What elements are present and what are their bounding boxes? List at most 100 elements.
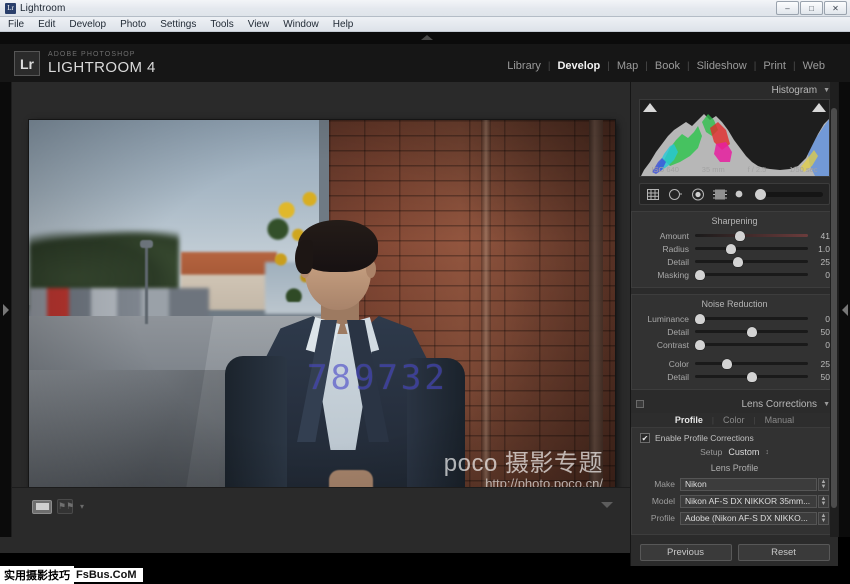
lens-profile-value[interactable]: Adobe (Nikon AF-S DX NIKKO... (680, 511, 817, 525)
sharpening-radius-track[interactable] (695, 243, 808, 254)
slider-row[interactable]: Luminance 0 (632, 312, 837, 325)
spot-removal-icon[interactable] (668, 188, 683, 201)
nr-color-detail-track[interactable] (695, 371, 808, 382)
sharpening-detail-knob[interactable] (732, 256, 743, 267)
menu-view[interactable]: View (246, 19, 272, 30)
highlight-clipping-icon[interactable] (812, 103, 826, 112)
slider-row[interactable]: Detail 50 (632, 325, 837, 338)
maximize-button[interactable]: □ (800, 1, 823, 15)
lens-model-row[interactable]: Model Nikon AF-S DX NIKKOR 35mm... ▲ ▼ (640, 494, 829, 508)
slider-row[interactable]: Radius 1.0 (632, 242, 837, 255)
nr-detail-track[interactable] (695, 326, 808, 337)
menu-edit[interactable]: Edit (36, 19, 57, 30)
loupe-view-icon[interactable] (32, 499, 52, 514)
stepper-icon[interactable]: ▲ ▼ (818, 511, 829, 525)
menu-settings[interactable]: Settings (158, 19, 198, 30)
nr-detail-knob[interactable] (746, 326, 757, 337)
left-panel-toggle-icon[interactable] (3, 304, 9, 316)
minimize-button[interactable]: – (776, 1, 799, 15)
slider-row[interactable]: Detail 25 (632, 255, 837, 268)
right-panel-scrollbar[interactable] (830, 82, 838, 537)
setup-value[interactable]: Custom (728, 447, 759, 457)
lens-corrections-header[interactable]: Lens Corrections ▼ (631, 396, 838, 413)
top-panel-toggle-icon[interactable] (421, 35, 433, 40)
sharpening-amount-track[interactable] (695, 230, 808, 241)
nr-luminance-track[interactable] (694, 313, 808, 324)
nr-color-detail-label: Detail (667, 371, 689, 382)
bottom-panel-toggle-icon[interactable] (601, 502, 613, 508)
lens-profile-row[interactable]: Profile Adobe (Nikon AF-S DX NIKKO... ▲ ▼ (640, 511, 829, 525)
nr-color-knob[interactable] (721, 358, 732, 369)
setup-row[interactable]: Setup Custom ↕ (640, 447, 829, 457)
slider-row[interactable]: Masking 0 (632, 268, 837, 281)
lens-make-row[interactable]: Make Nikon ▲ ▼ (640, 477, 829, 491)
adjustment-brush-icon[interactable] (735, 188, 747, 200)
enable-profile-corrections-checkbox[interactable]: ✔ (640, 433, 650, 443)
crop-overlay-icon[interactable] (646, 188, 660, 201)
menu-help[interactable]: Help (331, 19, 356, 30)
module-print[interactable]: Print (756, 60, 793, 72)
noise-reduction-title: Noise Reduction (701, 299, 768, 309)
histogram-graph[interactable]: ISO 640 35 mm f / 2.5 1/50 sec (639, 99, 830, 177)
nr-color-detail-knob[interactable] (746, 371, 757, 382)
tab-color[interactable]: Color (714, 415, 754, 425)
photo-frame[interactable]: 789732 poco 摄影专题 http://photo.poco.cn/ (29, 120, 615, 524)
panel-switch-icon[interactable] (636, 400, 644, 408)
graduated-filter-icon[interactable] (713, 188, 727, 201)
enable-profile-corrections-row[interactable]: ✔ Enable Profile Corrections (640, 433, 829, 443)
brush-size-knob[interactable] (755, 188, 766, 200)
close-button[interactable]: ✕ (824, 1, 847, 15)
slider-row[interactable]: Contrast 0 (632, 338, 837, 351)
flag-pick-icon[interactable]: ⚑⚑ (57, 499, 74, 514)
sharpening-amount-knob[interactable] (735, 230, 746, 241)
chevron-down-icon[interactable]: ▾ (80, 502, 84, 511)
window-controls: – □ ✕ (776, 1, 847, 15)
nr-color-track[interactable] (695, 358, 808, 369)
sharpening-radius-knob[interactable] (726, 243, 737, 254)
red-eye-icon[interactable] (691, 188, 705, 201)
previous-button[interactable]: Previous (639, 543, 732, 561)
module-develop[interactable]: Develop (550, 60, 607, 72)
shutter-value: 1/50 sec (789, 165, 818, 174)
nr-contrast-knob[interactable] (694, 339, 705, 350)
nr-luminance-knob[interactable] (694, 313, 705, 324)
left-panel-rail[interactable] (0, 82, 12, 537)
stepper-icon[interactable]: ▲ ▼ (818, 494, 829, 508)
slider-row[interactable]: Color 25 (632, 357, 837, 370)
sharpening-masking-track[interactable] (694, 269, 808, 280)
tab-manual[interactable]: Manual (756, 415, 804, 425)
chevron-down-icon[interactable]: ▼ (823, 401, 830, 408)
reset-button[interactable]: Reset (737, 543, 830, 561)
enable-profile-corrections-label: Enable Profile Corrections (655, 433, 754, 443)
menu-develop[interactable]: Develop (67, 19, 108, 30)
menu-photo[interactable]: Photo (118, 19, 148, 30)
iso-value: ISO 640 (651, 165, 679, 174)
nr-contrast-track[interactable] (694, 339, 808, 350)
histogram-header[interactable]: Histogram ▼ (631, 82, 838, 99)
lens-model-value[interactable]: Nikon AF-S DX NIKKOR 35mm... (680, 494, 817, 508)
slider-row[interactable]: Detail 50 (632, 370, 837, 383)
menu-tools[interactable]: Tools (208, 19, 235, 30)
right-panel-toggle-icon[interactable] (842, 304, 848, 316)
shadow-clipping-icon[interactable] (643, 103, 657, 112)
stepper-icon[interactable]: ↕ (765, 449, 769, 456)
module-library[interactable]: Library (500, 60, 548, 72)
tab-profile[interactable]: Profile (666, 415, 712, 425)
module-book[interactable]: Book (648, 60, 687, 72)
scrollbar-thumb[interactable] (831, 108, 837, 508)
brush-size-slider[interactable] (755, 188, 823, 200)
menu-window[interactable]: Window (281, 19, 321, 30)
sharpening-detail-track[interactable] (695, 256, 808, 267)
watermark-number: 789732 (307, 358, 448, 398)
module-map[interactable]: Map (610, 60, 645, 72)
lens-make-value[interactable]: Nikon (680, 477, 817, 491)
photo-stage[interactable]: 789732 poco 摄影专题 http://photo.poco.cn/ (12, 82, 630, 537)
sharpening-masking-knob[interactable] (694, 269, 705, 280)
module-web[interactable]: Web (796, 60, 832, 72)
module-slideshow[interactable]: Slideshow (690, 60, 754, 72)
stepper-icon[interactable]: ▲ ▼ (818, 477, 829, 491)
chevron-down-icon[interactable]: ▼ (823, 87, 830, 94)
right-panel-rail[interactable] (838, 82, 850, 537)
menu-file[interactable]: File (6, 19, 26, 30)
slider-row[interactable]: Amount 41 (632, 229, 837, 242)
